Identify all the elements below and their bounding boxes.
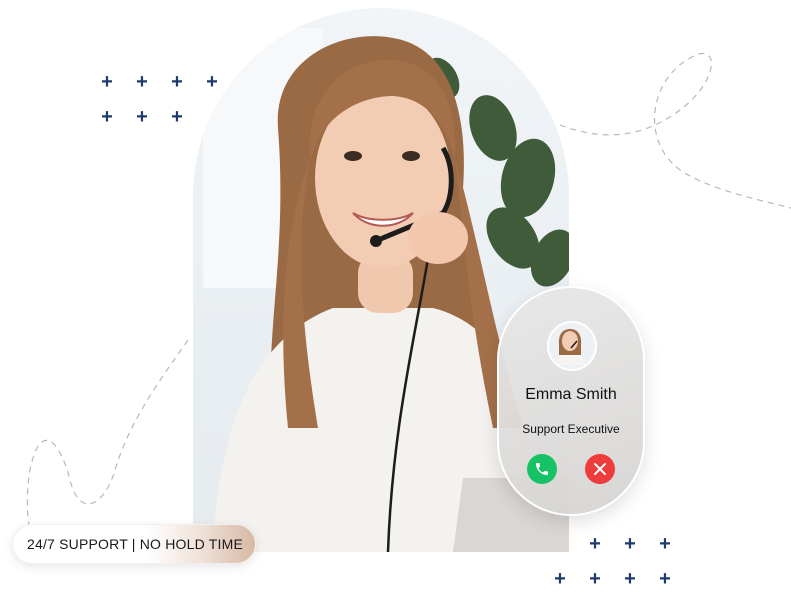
phone-icon (536, 463, 548, 475)
close-icon (594, 463, 606, 475)
support-badge: 24/7 SUPPORT | NO HOLD TIME (12, 524, 256, 564)
caller-role: Support Executive (522, 422, 620, 436)
caller-name: Emma Smith (525, 386, 617, 403)
accept-call-button[interactable] (527, 454, 557, 484)
support-badge-text: 24/7 SUPPORT | NO HOLD TIME (27, 536, 243, 552)
caller-avatar (547, 321, 597, 371)
decline-call-button[interactable] (585, 454, 615, 484)
incoming-call-card: Emma Smith Support Executive (497, 286, 645, 516)
